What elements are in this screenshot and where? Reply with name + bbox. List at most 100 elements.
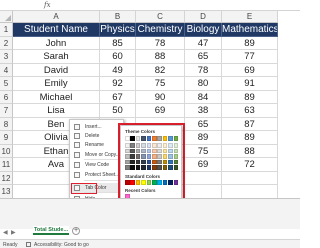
menu-item-protect-sheet[interactable]: Protect Sheet... [70, 170, 125, 180]
table-header-cell[interactable]: Biology [185, 23, 222, 37]
theme-shade-swatch[interactable] [125, 148, 130, 154]
table-cell[interactable]: 38 [185, 104, 222, 118]
theme-shade-swatch[interactable] [162, 154, 168, 159]
theme-shade-swatch[interactable] [162, 165, 168, 170]
table-cell[interactable]: 82 [136, 63, 185, 77]
table-cell[interactable]: 89 [222, 131, 278, 145]
table-header-cell[interactable]: Student Name [13, 23, 100, 37]
standard-color-swatch[interactable] [146, 180, 152, 185]
theme-color-swatch[interactable] [168, 136, 173, 141]
standard-color-swatch[interactable] [130, 180, 135, 185]
theme-shade-swatch[interactable] [130, 165, 135, 170]
theme-shade-swatch[interactable] [168, 143, 173, 148]
add-sheet-button[interactable]: + [72, 227, 80, 235]
table-cell[interactable]: 65 [185, 50, 222, 64]
row-header-6[interactable]: 6 [0, 90, 13, 104]
table-cell[interactable]: 78 [185, 63, 222, 77]
theme-shade-swatch[interactable] [173, 159, 179, 165]
formula-bar[interactable]: fx [0, 0, 300, 11]
table-cell[interactable]: 47 [185, 36, 222, 50]
standard-color-swatch[interactable] [173, 180, 179, 185]
table-cell[interactable]: Michael [13, 90, 100, 104]
column-header-a[interactable]: A [13, 11, 100, 23]
theme-shade-swatch[interactable] [157, 148, 162, 154]
table-cell[interactable]: 75 [185, 144, 222, 158]
theme-shade-swatch[interactable] [168, 159, 173, 165]
row-header-1[interactable]: 1 [0, 23, 13, 37]
theme-shade-swatch[interactable] [130, 148, 135, 154]
table-cell[interactable]: 65 [185, 117, 222, 131]
table-cell[interactable]: 63 [222, 104, 278, 118]
table-header-cell[interactable]: Chemistry [136, 23, 185, 37]
empty-cell[interactable] [222, 185, 278, 199]
standard-color-swatch[interactable] [162, 180, 168, 185]
tab-scroll-right-icon[interactable]: ▶ [11, 229, 16, 236]
theme-shade-swatch[interactable] [125, 165, 130, 170]
column-header-c[interactable]: C [136, 11, 185, 23]
empty-cell[interactable] [222, 171, 278, 185]
standard-color-swatch[interactable] [157, 180, 162, 185]
row-header-5[interactable]: 5 [0, 77, 13, 91]
table-cell[interactable]: 72 [222, 158, 278, 172]
table-cell[interactable]: 87 [222, 117, 278, 131]
theme-shade-swatch[interactable] [141, 143, 146, 148]
theme-shade-swatch[interactable] [146, 159, 152, 165]
table-cell[interactable]: 78 [136, 36, 185, 50]
table-cell[interactable]: 60 [100, 50, 136, 64]
standard-color-swatch[interactable] [152, 180, 157, 185]
theme-shade-swatch[interactable] [162, 148, 168, 154]
menu-item-rename[interactable]: Rename [70, 140, 125, 150]
table-cell[interactable]: David [13, 63, 100, 77]
standard-color-swatch[interactable] [168, 180, 173, 185]
theme-shade-swatch[interactable] [141, 165, 146, 170]
theme-shade-swatch[interactable] [173, 154, 179, 159]
standard-color-swatch[interactable] [135, 180, 141, 185]
table-cell[interactable]: 49 [100, 63, 136, 77]
theme-shade-swatch[interactable] [173, 143, 179, 148]
theme-shade-swatch[interactable] [141, 154, 146, 159]
table-cell[interactable]: 92 [100, 77, 136, 91]
theme-shade-swatch[interactable] [157, 154, 162, 159]
table-cell[interactable]: Emily [13, 77, 100, 91]
theme-color-swatch[interactable] [146, 136, 152, 141]
theme-shade-swatch[interactable] [173, 148, 179, 154]
theme-shade-swatch[interactable] [152, 154, 157, 159]
table-cell[interactable]: 91 [222, 77, 278, 91]
row-header-4[interactable]: 4 [0, 63, 13, 77]
theme-color-swatch[interactable] [157, 136, 162, 141]
table-cell[interactable]: 90 [136, 90, 185, 104]
table-cell[interactable]: 88 [222, 144, 278, 158]
sheet-tab-total-students[interactable]: Total Stude... [33, 226, 69, 235]
row-header-9[interactable]: 9 [0, 131, 13, 145]
theme-shade-swatch[interactable] [157, 159, 162, 165]
row-header-12[interactable]: 12 [0, 171, 13, 185]
table-cell[interactable]: 80 [185, 77, 222, 91]
theme-color-swatch[interactable] [141, 136, 146, 141]
empty-cell[interactable] [185, 185, 222, 199]
theme-shade-swatch[interactable] [157, 143, 162, 148]
row-header-2[interactable]: 2 [0, 36, 13, 50]
select-all-corner[interactable] [0, 11, 13, 23]
table-header-cell[interactable]: Physics [100, 23, 136, 37]
theme-shade-swatch[interactable] [146, 165, 152, 170]
theme-shade-swatch[interactable] [135, 159, 141, 165]
theme-shade-swatch[interactable] [152, 148, 157, 154]
table-cell[interactable]: 84 [185, 90, 222, 104]
theme-shade-swatch[interactable] [152, 143, 157, 148]
theme-color-swatch[interactable] [152, 136, 157, 141]
table-cell[interactable]: 88 [136, 50, 185, 64]
table-cell[interactable]: 89 [222, 90, 278, 104]
tab-scroll-left-icon[interactable]: ◀ [3, 229, 8, 236]
theme-shade-swatch[interactable] [168, 154, 173, 159]
column-header-e[interactable]: E [222, 11, 278, 23]
theme-color-swatch[interactable] [130, 136, 135, 141]
table-cell[interactable]: 85 [100, 36, 136, 50]
theme-shade-swatch[interactable] [141, 159, 146, 165]
theme-color-swatch[interactable] [162, 136, 168, 141]
theme-shade-swatch[interactable] [168, 165, 173, 170]
theme-shade-swatch[interactable] [125, 154, 130, 159]
table-cell[interactable]: 75 [136, 77, 185, 91]
theme-shade-swatch[interactable] [130, 159, 135, 165]
table-cell[interactable]: 50 [100, 104, 136, 118]
theme-shade-swatch[interactable] [125, 143, 130, 148]
